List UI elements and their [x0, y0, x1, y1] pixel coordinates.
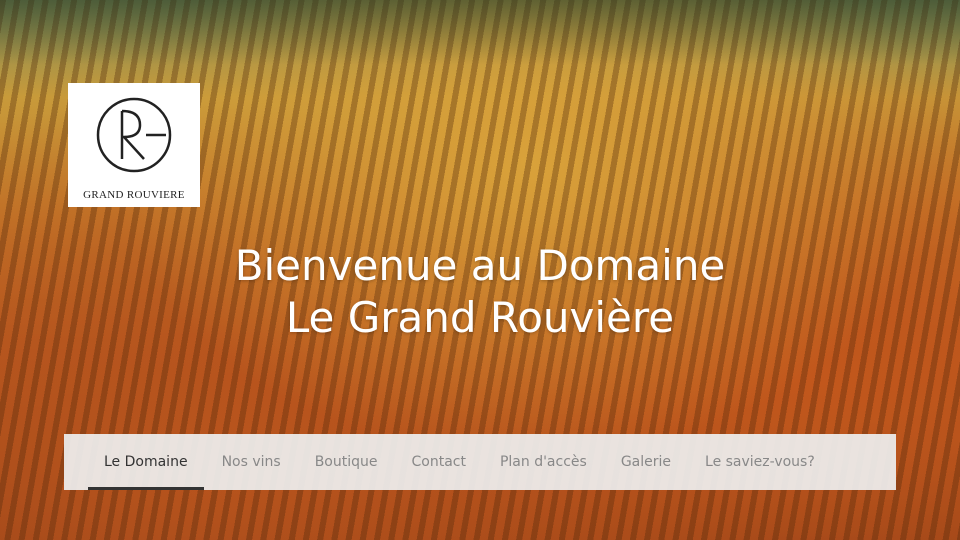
nav-item-le-saviez-vous[interactable]: Le saviez-vous? — [705, 434, 815, 490]
logo-name: GRAND ROUVIERE — [83, 189, 185, 201]
nav-item-contact[interactable]: Contact — [411, 434, 465, 490]
hero-title-line1: Bienvenue au Domaine — [234, 241, 726, 290]
main-nav: Le Domaine Nos vins Boutique Contact Pla… — [64, 434, 896, 490]
site-logo[interactable]: GRAND ROUVIERE — [68, 83, 200, 207]
nav-item-nos-vins[interactable]: Nos vins — [222, 434, 281, 490]
nav-item-plan-acces[interactable]: Plan d'accès — [500, 434, 587, 490]
nav-item-boutique[interactable]: Boutique — [315, 434, 378, 490]
nav-item-le-domaine[interactable]: Le Domaine — [88, 434, 204, 490]
hero-background: GRAND ROUVIERE Bienvenue au Domaine Le G… — [0, 0, 960, 540]
nav-item-galerie[interactable]: Galerie — [621, 434, 671, 490]
rg-monogram-icon — [96, 97, 172, 173]
hero-title-line2: Le Grand Rouvière — [285, 293, 675, 342]
hero-title: Bienvenue au Domaine Le Grand Rouvière — [0, 240, 960, 344]
